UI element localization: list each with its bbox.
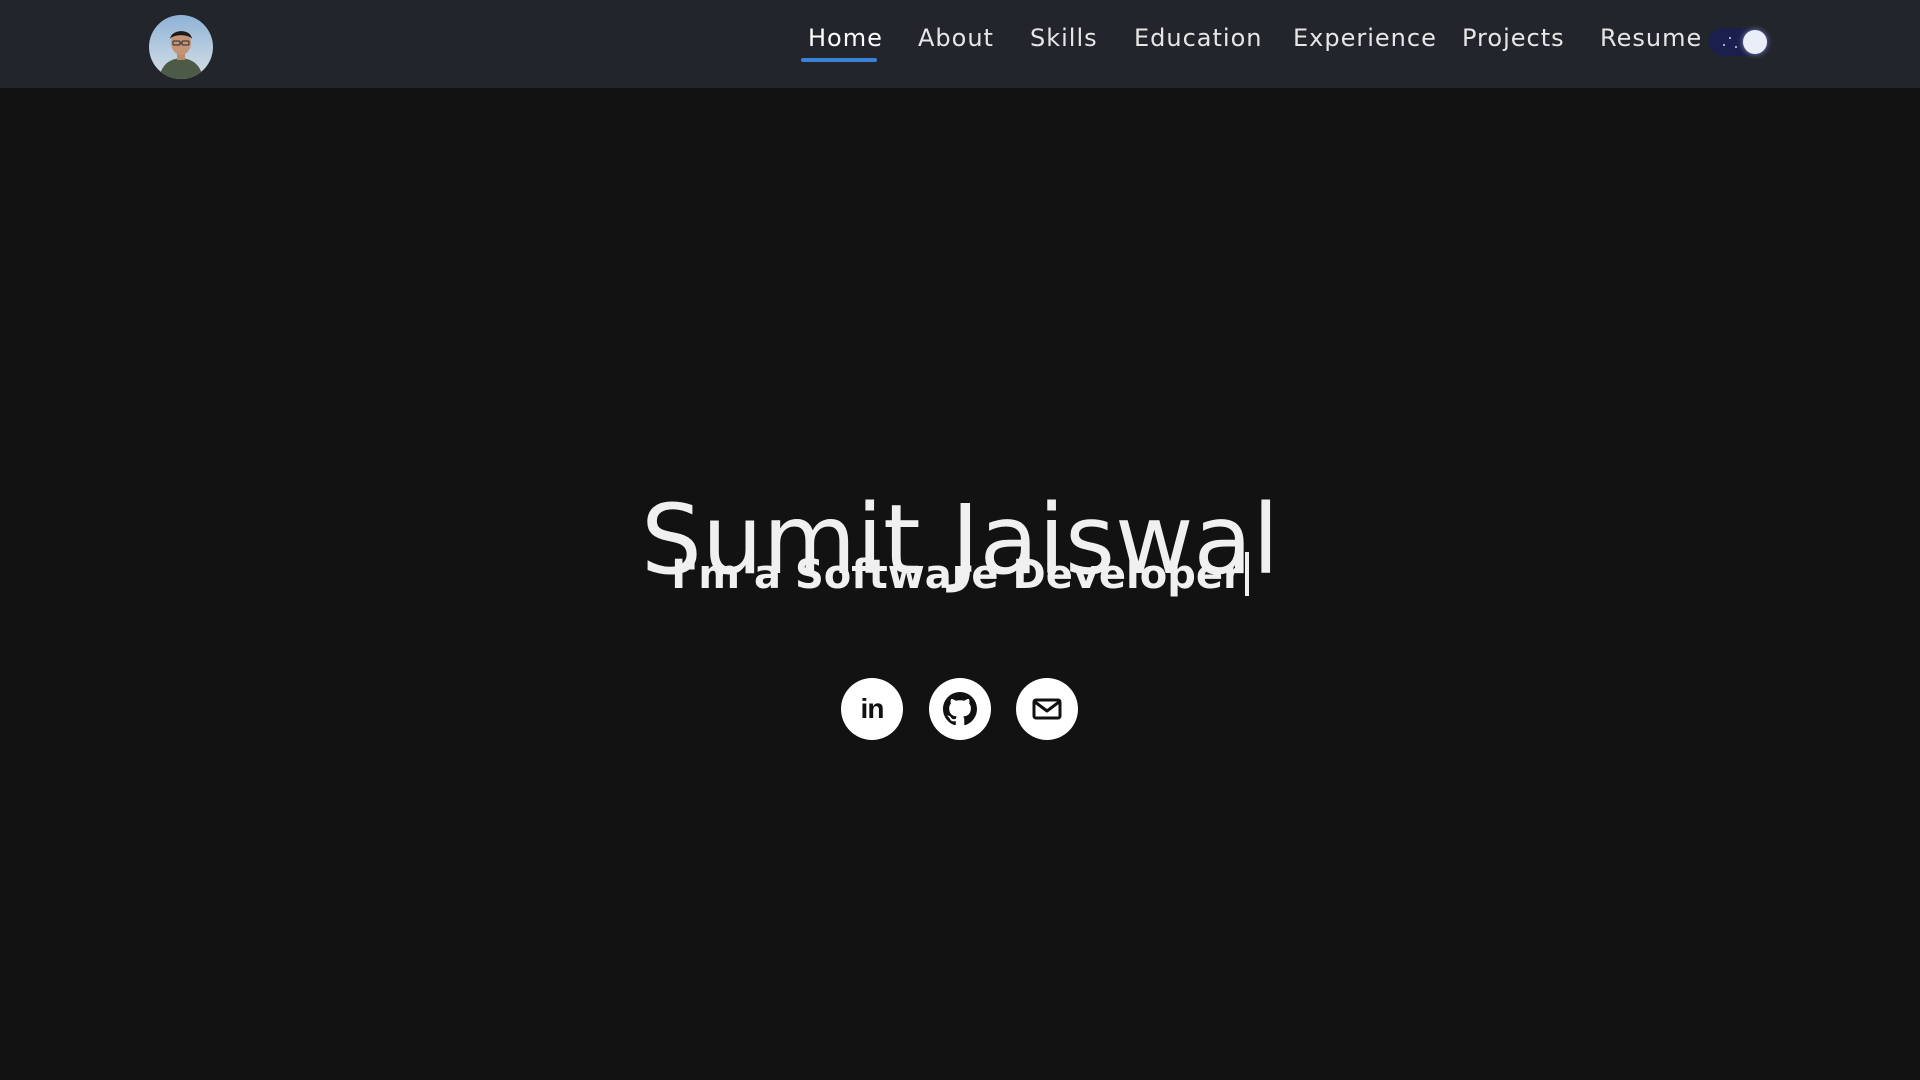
github-icon	[943, 692, 977, 726]
email-button[interactable]	[1016, 678, 1078, 740]
avatar-photo	[159, 31, 203, 79]
profile-avatar[interactable]	[149, 15, 213, 79]
nav-skills[interactable]: Skills	[1030, 24, 1098, 52]
star-icon	[1729, 37, 1731, 39]
star-icon	[1723, 44, 1725, 46]
nav-about[interactable]: About	[918, 24, 994, 52]
nav-education[interactable]: Education	[1134, 24, 1262, 52]
nav-home[interactable]: Home	[808, 24, 883, 52]
theme-toggle[interactable]	[1709, 28, 1770, 56]
github-button[interactable]	[929, 678, 991, 740]
typing-cursor	[1244, 552, 1249, 596]
star-icon	[1735, 46, 1737, 48]
hero-tagline: I'm a Software Developer	[671, 552, 1243, 598]
nav-experience[interactable]: Experience	[1293, 24, 1437, 52]
nav-resume[interactable]: Resume	[1600, 24, 1702, 52]
moon-icon	[1743, 30, 1767, 54]
hero-tagline-line: I'm a Software Developer	[0, 550, 1920, 600]
mail-icon	[1032, 698, 1062, 720]
active-nav-indicator	[801, 58, 877, 62]
linkedin-icon: in	[860, 693, 885, 724]
nav-projects[interactable]: Projects	[1462, 24, 1565, 52]
linkedin-button[interactable]: in	[841, 678, 903, 740]
navbar: Home About Skills Education Experience P…	[0, 0, 1920, 88]
